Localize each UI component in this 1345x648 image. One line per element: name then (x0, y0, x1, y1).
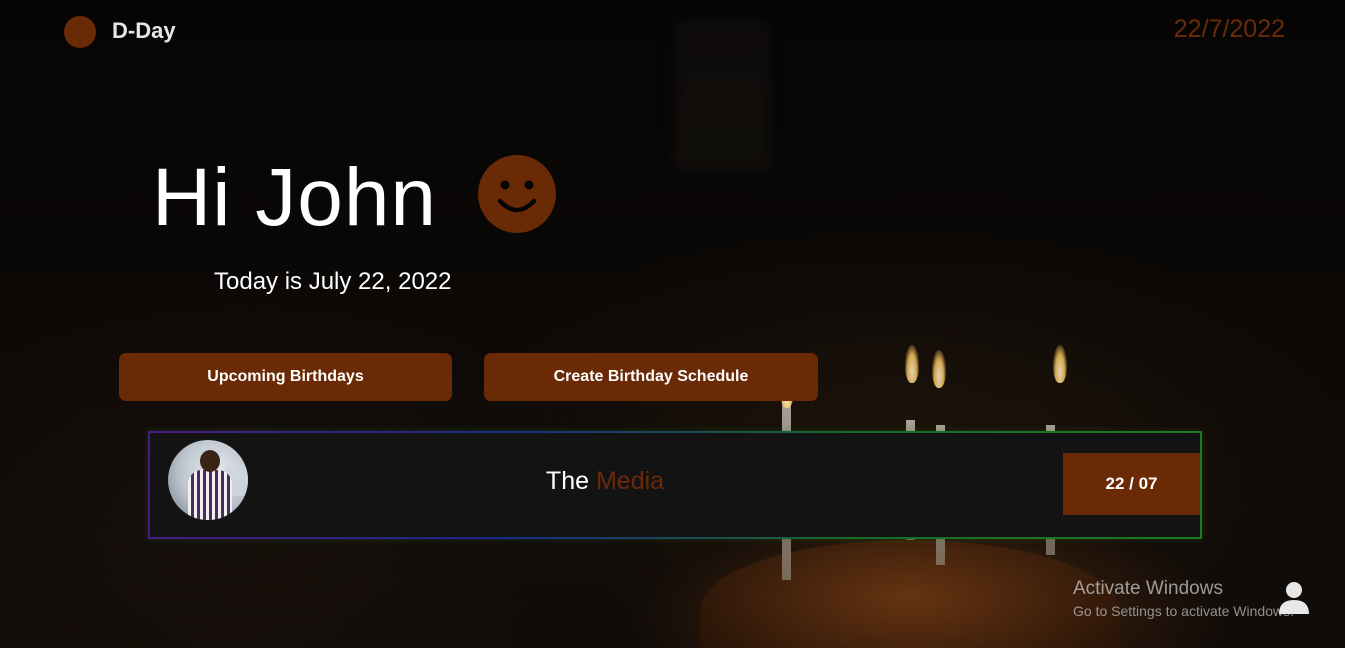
logo-icon[interactable] (64, 16, 96, 48)
brand-name[interactable]: D-Day (112, 18, 176, 44)
user-icon[interactable] (1278, 580, 1310, 616)
page: D-Day 22/7/2022 Hi John Today is July 22… (0, 0, 1345, 648)
flame-decoration (905, 345, 919, 383)
flame-decoration (932, 350, 946, 388)
birthday-date-badge: 22 / 07 (1063, 453, 1200, 515)
smiley-face-icon (478, 155, 556, 233)
name-prefix: The (545, 467, 590, 495)
header-date: 22/7/2022 (1173, 15, 1285, 43)
background-cake-image (700, 540, 1120, 648)
birthday-card[interactable]: The Media 22 / 07 (148, 431, 1202, 539)
background-blur (675, 20, 770, 170)
create-birthday-schedule-button[interactable]: Create Birthday Schedule (484, 353, 818, 401)
birthday-person-name: The Media (150, 467, 1060, 496)
flame-decoration (1053, 345, 1067, 383)
name-accent: Media (595, 467, 665, 495)
activate-windows-title: Activate Windows (1073, 578, 1223, 599)
today-date-text: Today is July 22, 2022 (214, 268, 452, 295)
greeting-title: Hi John (152, 152, 438, 243)
activate-windows-subtitle: Go to Settings to activate Windows. (1073, 603, 1294, 619)
upcoming-birthdays-button[interactable]: Upcoming Birthdays (119, 353, 452, 401)
